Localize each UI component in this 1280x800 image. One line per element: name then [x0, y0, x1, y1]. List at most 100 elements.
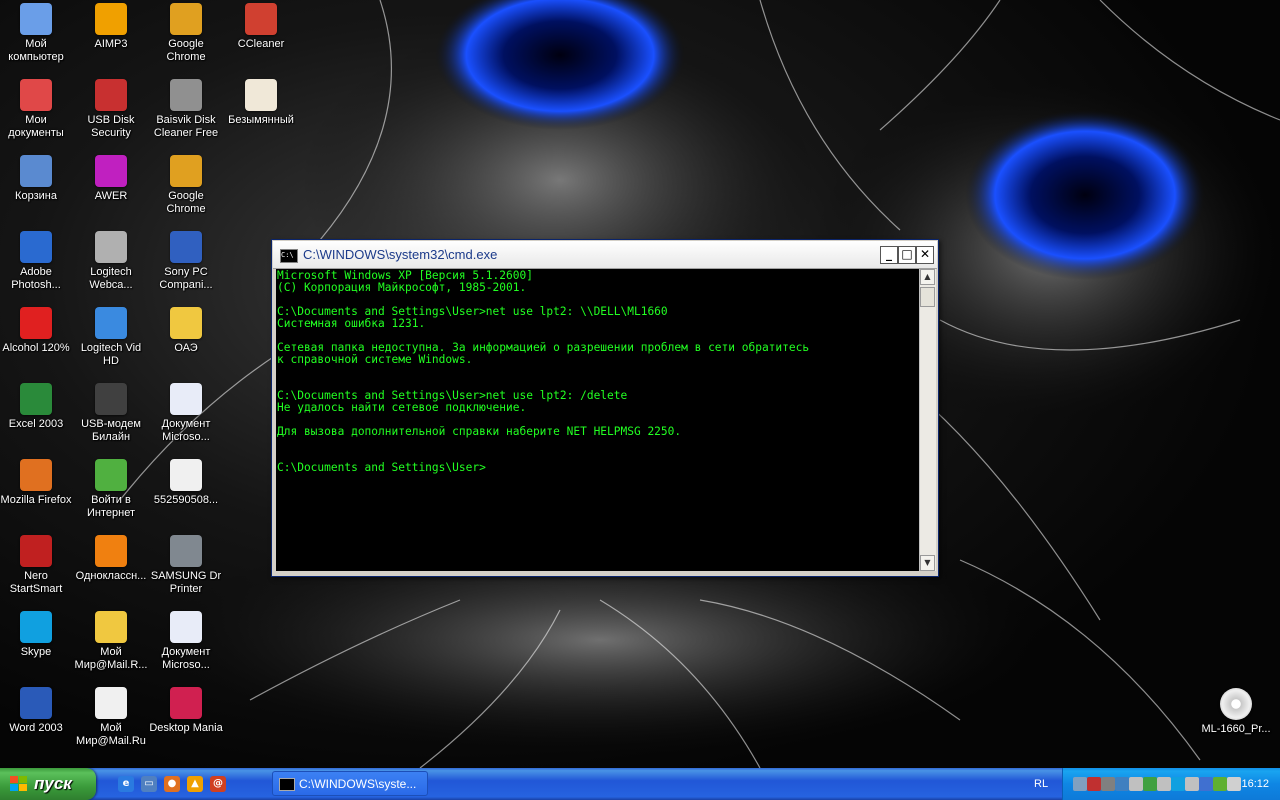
internet-connect-icon: [95, 459, 127, 491]
photoshop-icon: [20, 231, 52, 263]
cmd-window[interactable]: C:\ C:\WINDOWS\system32\cmd.exe _ □ ✕ Mi…: [271, 239, 939, 577]
desktop-icon[interactable]: Mozilla Firefox: [0, 457, 74, 507]
desktop-icon[interactable]: Alcohol 120%: [0, 305, 74, 355]
desktop-icon-label: 552590508...: [153, 494, 219, 506]
desktop-icon-label: Корзина: [15, 190, 57, 202]
desktop-icon-label: Войти в Интернет: [87, 494, 135, 519]
desktop-icon[interactable]: Sony PC Compani...: [148, 229, 224, 292]
logitech-vid-icon: [95, 307, 127, 339]
desktop-icon[interactable]: Войти в Интернет: [73, 457, 149, 520]
taskbar-button-cmd[interactable]: C:\WINDOWS\syste...: [272, 771, 428, 796]
language-indicator[interactable]: RL: [1034, 778, 1048, 790]
desktop-icon[interactable]: Word 2003: [0, 685, 74, 735]
desktop-icon[interactable]: Excel 2003: [0, 381, 74, 431]
device-tray-icon[interactable]: [1115, 777, 1129, 791]
desktop-icon[interactable]: Skype: [0, 609, 74, 659]
desktop-icon[interactable]: USB Disk Security: [73, 77, 149, 140]
desktop-icon[interactable]: Безымянный: [223, 77, 299, 127]
my-documents-icon: [20, 79, 52, 111]
folder-icon: [170, 307, 202, 339]
desktop-icon[interactable]: Adobe Photosh...: [0, 229, 74, 292]
minimize-button[interactable]: _: [880, 246, 898, 264]
desktop-icon-label: Excel 2003: [8, 418, 64, 430]
desktop-icon[interactable]: Google Chrome: [148, 153, 224, 216]
window-title: C:\WINDOWS\system32\cmd.exe: [303, 247, 498, 262]
close-button[interactable]: ✕: [916, 246, 934, 264]
desktop-icon[interactable]: ОАЭ: [148, 305, 224, 355]
cmd-icon: [279, 778, 295, 791]
internet-explorer-icon[interactable]: e: [118, 776, 134, 792]
desktop-mania-icon: [170, 687, 202, 719]
desktop-icon-label: Logitech Vid HD: [80, 342, 142, 367]
ccleaner-icon: [245, 3, 277, 35]
window-titlebar[interactable]: C:\ C:\WINDOWS\system32\cmd.exe _ □ ✕: [273, 241, 937, 269]
skype-tray-icon[interactable]: [1171, 777, 1185, 791]
desktop-icon[interactable]: Google Chrome: [148, 1, 224, 64]
desktop-icon[interactable]: SAMSUNG Dr Printer: [148, 533, 224, 596]
volume-tray-icon[interactable]: [1157, 777, 1171, 791]
desktop-icon-label: Word 2003: [9, 722, 63, 734]
monitor-tray-icon[interactable]: [1185, 777, 1199, 791]
aimp-icon[interactable]: ▲: [187, 776, 203, 792]
desktop-icon[interactable]: Одноклассн...: [73, 533, 149, 583]
skype-icon: [20, 611, 52, 643]
desktop-icon-label: Документ Microso...: [161, 418, 211, 443]
desktop-icon-label: Мой компьютер: [8, 38, 64, 63]
desktop-icon[interactable]: CCleaner: [223, 1, 299, 51]
desktop-icon[interactable]: Мой Мир@Mail.R...: [73, 609, 149, 672]
nvidia-tray-icon[interactable]: [1213, 777, 1227, 791]
webcam-tray-icon[interactable]: [1199, 777, 1213, 791]
scroll-thumb[interactable]: [920, 287, 935, 307]
show-desktop-icon[interactable]: ▭: [141, 776, 157, 792]
desktop-icon[interactable]: Logitech Webca...: [73, 229, 149, 292]
desktop-icon[interactable]: Logitech Vid HD: [73, 305, 149, 368]
desktop-icon-label: Мой Мир@Mail.R...: [74, 646, 148, 671]
desktop-icon[interactable]: Документ Microso...: [148, 609, 224, 672]
desktop-icon[interactable]: Nero StartSmart: [0, 533, 74, 596]
desktop-icon-label: Одноклассн...: [75, 570, 147, 582]
desktop-icon[interactable]: AIMP3: [73, 1, 149, 51]
recycle-bin-icon: [20, 155, 52, 187]
desktop-icon-label: Skype: [20, 646, 52, 658]
disk-cleaner-icon: [170, 79, 202, 111]
console-output[interactable]: Microsoft Windows XP [Версия 5.1.2600] (…: [276, 269, 919, 571]
firefox-icon[interactable]: ●: [164, 776, 180, 792]
safely-remove-icon[interactable]: [1129, 777, 1143, 791]
maximize-button[interactable]: □: [898, 246, 916, 264]
desktop-icon-label: Alcohol 120%: [2, 342, 70, 354]
desktop-icon[interactable]: Мой компьютер: [0, 1, 74, 64]
cmd-icon: C:\: [280, 249, 298, 263]
desktop-icon[interactable]: Документ Microso...: [148, 381, 224, 444]
samsung-printer-icon: [170, 535, 202, 567]
desktop-icon-label: Logitech Webca...: [89, 266, 133, 291]
desktop-icon[interactable]: Desktop Mania: [148, 685, 224, 735]
word-document-icon: [170, 383, 202, 415]
connection-tray-icon[interactable]: [1143, 777, 1157, 791]
disc-tray-icon[interactable]: [1227, 777, 1241, 791]
desktop-icon[interactable]: Мой Мир@Mail.Ru: [73, 685, 149, 748]
desktop-icon-label: Desktop Mania: [149, 722, 223, 734]
desktop-icon[interactable]: Мои документы: [0, 77, 74, 140]
desktop-icon-label: Мои документы: [8, 114, 64, 139]
desktop-icon[interactable]: Корзина: [0, 153, 74, 203]
scroll-down-button[interactable]: ▼: [920, 555, 935, 571]
desktop-icon[interactable]: 552590508...: [148, 457, 224, 507]
mail-icon[interactable]: @: [210, 776, 226, 792]
clock[interactable]: 16:12: [1241, 778, 1269, 790]
start-button[interactable]: пуск: [0, 768, 96, 800]
vertical-scrollbar[interactable]: ▲ ▼: [919, 269, 936, 571]
my-computer-icon: [20, 3, 52, 35]
console-text: Microsoft Windows XP [Версия 5.1.2600] (…: [277, 269, 810, 474]
scroll-up-button[interactable]: ▲: [920, 269, 935, 285]
desktop-icon[interactable]: USB-модем Билайн: [73, 381, 149, 444]
awer-icon: [95, 155, 127, 187]
desktop-icon[interactable]: Baisvik Disk Cleaner Free: [148, 77, 224, 140]
desktop-icon[interactable]: AWER: [73, 153, 149, 203]
desktop-icon-ml1660[interactable]: ML-1660_Pr...: [1198, 686, 1274, 736]
word-icon: [20, 687, 52, 719]
nero-icon: [20, 535, 52, 567]
odnoklassniki-icon: [95, 535, 127, 567]
network-icon[interactable]: [1073, 777, 1087, 791]
usb-security-tray-icon[interactable]: [1087, 777, 1101, 791]
modem-tray-icon[interactable]: [1101, 777, 1115, 791]
